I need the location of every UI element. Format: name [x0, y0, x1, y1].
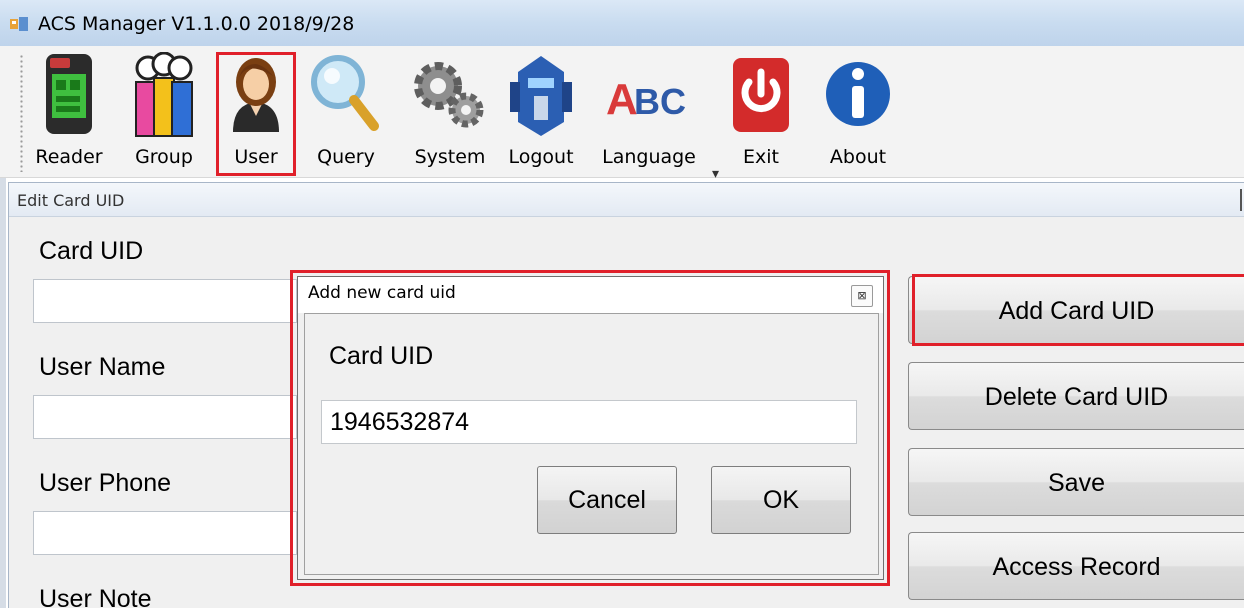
add-card-uid-highlight	[912, 274, 1244, 346]
svg-text:C: C	[660, 81, 686, 122]
access-record-button[interactable]: Access Record	[908, 532, 1244, 600]
toolbar-group-button[interactable]: Group	[124, 46, 204, 178]
group-people-icon	[135, 52, 193, 137]
toolbar-logout-button[interactable]: Logout	[500, 46, 582, 178]
delete-card-uid-label: Delete Card UID	[984, 383, 1169, 411]
toolbar-exit-button[interactable]: Exit	[728, 46, 794, 178]
power-icon	[733, 58, 789, 132]
toolbar-grip[interactable]	[20, 54, 23, 172]
svg-text:A: A	[606, 75, 638, 124]
window-title: ACS Manager V1.1.0.0 2018/9/28	[38, 13, 355, 35]
robot-head-icon	[510, 56, 572, 136]
user-phone-field[interactable]	[33, 511, 297, 555]
main-toolbar: Reader Group User Query System Logout A …	[0, 46, 1244, 182]
cancel-button[interactable]: Cancel	[537, 466, 677, 534]
toolbar-reader-button[interactable]: Reader	[28, 46, 110, 178]
delete-card-uid-button[interactable]: Delete Card UID	[908, 362, 1244, 430]
card-uid-field[interactable]	[33, 279, 297, 323]
app-icon	[10, 17, 28, 31]
panel-header-edge	[1240, 189, 1242, 211]
ok-button[interactable]: OK	[711, 466, 851, 534]
info-icon	[826, 62, 890, 126]
user-phone-label: User Phone	[39, 469, 172, 497]
user-name-field[interactable]	[33, 395, 297, 439]
toolbar-language-label: Language	[602, 146, 696, 168]
svg-text:B: B	[634, 81, 660, 122]
dialog-title-bar: Add new card uid ⊠	[298, 277, 883, 313]
add-card-uid-dialog: Add new card uid ⊠ Card UID 1946532874 C…	[297, 276, 884, 580]
language-dropdown-arrow-icon[interactable]: ▾	[712, 166, 719, 182]
toolbar-query-button[interactable]: Query	[306, 46, 386, 178]
panel-header: Edit Card UID	[9, 183, 1244, 217]
card-uid-label: Card UID	[39, 237, 144, 265]
window-title-bar: ACS Manager V1.1.0.0 2018/9/28	[0, 0, 1244, 46]
toolbar-about-label: About	[829, 146, 887, 168]
access-record-label: Access Record	[992, 553, 1161, 581]
toolbar-logout-label: Logout	[508, 146, 574, 168]
toolbar-reader-label: Reader	[35, 146, 103, 168]
toolbar-language-button[interactable]: A B C Language	[596, 46, 702, 178]
user-name-label: User Name	[39, 353, 166, 381]
toolbar-query-label: Query	[317, 146, 375, 168]
gears-icon	[414, 62, 484, 128]
toolbar-system-label: System	[414, 146, 486, 168]
toolbar-exit-label: Exit	[743, 146, 779, 168]
close-icon[interactable]: ⊠	[851, 285, 873, 307]
user-note-label: User Note	[39, 585, 152, 608]
panel-title: Edit Card UID	[17, 191, 125, 210]
abc-text-icon: A B C	[606, 75, 686, 124]
dialog-body: Card UID 1946532874 Cancel OK	[304, 313, 879, 575]
toolbar-system-button[interactable]: System	[410, 46, 490, 178]
save-button[interactable]: Save	[908, 448, 1244, 516]
user-button-highlight	[216, 52, 296, 176]
toolbar-group-label: Group	[135, 146, 193, 168]
save-label: Save	[1048, 469, 1105, 497]
window-left-edge	[0, 178, 6, 608]
reader-terminal-icon	[46, 54, 92, 134]
dialog-title: Add new card uid	[308, 283, 456, 303]
dialog-card-uid-input[interactable]: 1946532874	[321, 400, 857, 444]
dialog-card-uid-label: Card UID	[329, 342, 434, 370]
magnifier-icon	[311, 55, 379, 131]
toolbar-about-button[interactable]: About	[822, 46, 894, 178]
